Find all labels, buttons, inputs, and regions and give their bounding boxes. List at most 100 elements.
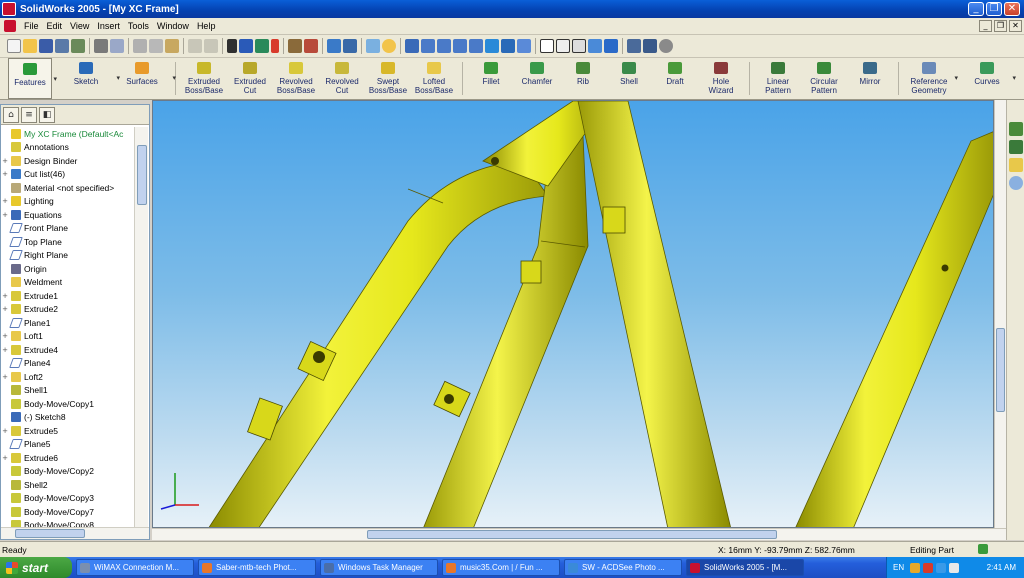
tree-item[interactable]: Body-Move/Copy3 (1, 492, 134, 506)
paste-icon[interactable] (165, 39, 179, 53)
tree-item[interactable]: Plane4 (1, 357, 134, 371)
tree-item[interactable]: Body-Move/Copy2 (1, 465, 134, 479)
restore-button[interactable]: ❐ (986, 2, 1002, 16)
view-orientation-icon[interactable] (405, 39, 419, 53)
taskbar-button[interactable]: Windows Task Manager (320, 559, 438, 576)
viewport-horizontal-scrollbar[interactable] (152, 528, 1006, 540)
extruded-cut-button[interactable]: Extruded Cut (227, 58, 273, 99)
tree-item[interactable]: + Extrude5 (1, 424, 134, 438)
scroll-thumb[interactable] (15, 529, 85, 538)
rotate-view-icon[interactable] (485, 39, 499, 53)
taskbar-button[interactable]: SW - ACDSee Photo ... (564, 559, 682, 576)
expand-icon[interactable]: + (1, 427, 9, 435)
tab-surfaces[interactable]: Surfaces ▾ (114, 58, 176, 99)
feature-tree-horizontal-scrollbar[interactable] (1, 527, 149, 539)
section-view-icon[interactable] (643, 39, 657, 53)
property-manager-tab-icon[interactable]: ≡ (21, 106, 37, 123)
select-other-icon[interactable] (239, 39, 253, 53)
make-assembly-icon[interactable] (71, 39, 85, 53)
minimize-button[interactable]: _ (968, 2, 984, 16)
expand-icon[interactable]: + (1, 373, 9, 381)
down-tube[interactable] (795, 131, 994, 528)
solidworks-resources-icon[interactable] (1009, 122, 1023, 136)
menu-insert[interactable]: Insert (93, 21, 124, 31)
doc-minimize-button[interactable]: _ (979, 20, 992, 32)
curves-button[interactable]: Curves ▾ (962, 58, 1016, 99)
tree-item[interactable]: Shell2 (1, 478, 134, 492)
print-preview-icon[interactable] (110, 39, 124, 53)
solidworks-app-icon[interactable] (2, 2, 16, 16)
tree-item[interactable]: Weldment (1, 276, 134, 290)
shaded-edges-icon[interactable] (588, 39, 602, 53)
scroll-thumb[interactable] (137, 145, 147, 205)
swept-boss-base-button[interactable]: Swept Boss/Base (365, 58, 411, 99)
reference-geometry-button[interactable]: Reference Geometry ▾ (904, 58, 958, 99)
shadows-icon[interactable] (627, 39, 641, 53)
rib-button[interactable]: Rib (560, 58, 606, 99)
expand-icon[interactable]: + (1, 346, 9, 354)
expand-icon[interactable]: + (1, 197, 9, 205)
design-library-icon[interactable] (1009, 140, 1023, 154)
graphics-viewport[interactable] (152, 100, 994, 528)
tree-item[interactable]: Plane1 (1, 316, 134, 330)
menu-edit[interactable]: Edit (43, 21, 67, 31)
tray-security-icon[interactable] (923, 562, 934, 573)
tree-item[interactable]: Body-Move/Copy7 (1, 505, 134, 519)
revolved-cut-button[interactable]: Revolved Cut (319, 58, 365, 99)
taskbar-button[interactable]: WiMAX Connection M... (76, 559, 194, 576)
viewport-vertical-scrollbar[interactable] (994, 100, 1006, 528)
view-mode-icon[interactable] (517, 39, 531, 53)
tree-item[interactable]: (-) Sketch8 (1, 411, 134, 425)
menu-help[interactable]: Help (193, 21, 220, 31)
tree-item[interactable]: + Extrude1 (1, 289, 134, 303)
tree-item[interactable]: Body-Move/Copy1 (1, 397, 134, 411)
language-indicator[interactable]: EN (893, 563, 904, 572)
expand-icon[interactable]: + (1, 211, 9, 219)
sketch-tool-icon[interactable] (255, 39, 269, 53)
help-icon[interactable] (382, 39, 396, 53)
tree-item[interactable]: + Loft1 (1, 330, 134, 344)
customize-icon[interactable] (366, 39, 380, 53)
options-icon[interactable] (327, 39, 341, 53)
tree-item[interactable]: Body-Move/Copy8 (1, 519, 134, 527)
doc-restore-button[interactable]: ❐ (994, 20, 1007, 32)
cable-stop[interactable] (520, 260, 542, 284)
tree-item[interactable]: Shell1 (1, 384, 134, 398)
menu-file[interactable]: File (20, 21, 43, 31)
menu-view[interactable]: View (66, 21, 93, 31)
select-arrow-icon[interactable] (227, 39, 237, 53)
expand-icon[interactable]: + (1, 292, 9, 300)
zoom-in-out-icon[interactable] (453, 39, 467, 53)
shaded-icon[interactable] (604, 39, 618, 53)
mirror-button[interactable]: Mirror (847, 58, 893, 99)
zoom-area-icon[interactable] (437, 39, 451, 53)
chevron-down-icon[interactable]: ▾ (954, 74, 958, 83)
taskbar-button[interactable]: music35.Com | / Fun ... (442, 559, 560, 576)
tools-icon[interactable] (343, 39, 357, 53)
collapse-task-pane-icon[interactable] (1009, 176, 1023, 190)
taskbar-button[interactable]: SolidWorks 2005 - [M... (686, 559, 804, 576)
chevron-down-icon[interactable]: ▾ (1012, 74, 1016, 83)
tree-item[interactable]: Plane5 (1, 438, 134, 452)
tree-item[interactable]: + Extrude6 (1, 451, 134, 465)
tree-item[interactable]: + Lighting (1, 195, 134, 209)
tree-item[interactable]: Material <not specified> (1, 181, 134, 195)
undo-icon[interactable] (188, 39, 202, 53)
tree-item[interactable]: Right Plane (1, 249, 134, 263)
tree-item[interactable]: Origin (1, 262, 134, 276)
draft-button[interactable]: Draft (652, 58, 698, 99)
extruded-boss-base-button[interactable]: Extruded Boss/Base (181, 58, 227, 99)
open-icon[interactable] (23, 39, 37, 53)
feature-tree-vertical-scrollbar[interactable] (134, 127, 148, 527)
grid-icon[interactable] (288, 39, 302, 53)
rebuild-status-icon[interactable] (978, 544, 988, 554)
tree-item[interactable]: + Equations (1, 208, 134, 222)
make-drawing-icon[interactable] (55, 39, 69, 53)
clock[interactable]: 2:41 AM (987, 563, 1016, 572)
cut-icon[interactable] (133, 39, 147, 53)
start-button[interactable]: start (0, 557, 72, 578)
frame-model-render[interactable] (153, 101, 994, 528)
tab-features[interactable]: Features ▾ (8, 58, 57, 99)
close-button[interactable]: ✕ (1004, 2, 1020, 16)
zoom-fit-icon[interactable] (421, 39, 435, 53)
